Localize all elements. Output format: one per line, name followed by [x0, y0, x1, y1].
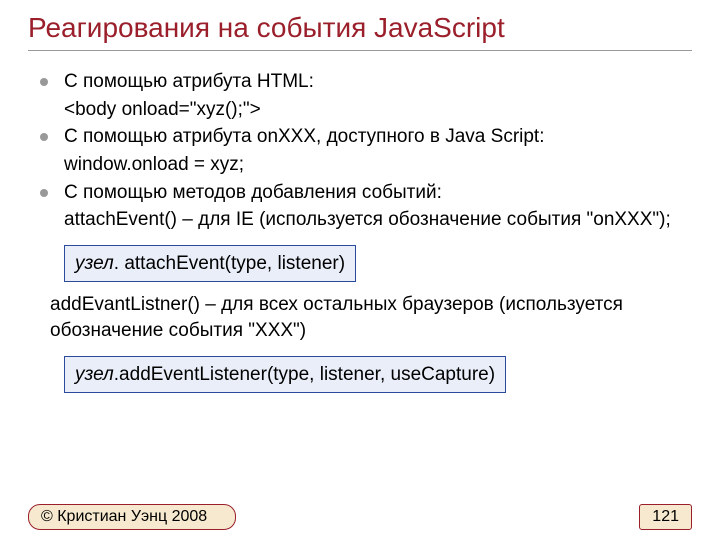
- code-box: узел. attachEvent(type, listener): [64, 245, 356, 283]
- bullet-sub: window.onload = xyz;: [40, 152, 692, 178]
- page-number: 121: [639, 504, 692, 530]
- bullet-sub: attachEvent() – для IE (используется обо…: [40, 207, 692, 233]
- code-rest: . attachEvent(type, listener): [114, 253, 345, 274]
- bullet-item: С помощью методов добавления событий:: [40, 180, 692, 206]
- footer-copyright: © Кристиан Уэнц 2008: [28, 504, 236, 530]
- slide-title: Реагирования на события JavaScript: [28, 12, 692, 51]
- footer: © Кристиан Уэнц 2008 121: [0, 504, 720, 530]
- bullet-sub: <body onload="xyz();">: [40, 97, 692, 123]
- bullet-item: С помощью атрибута HTML:: [40, 69, 692, 95]
- code-rest: .addEventListener(type, listener, useCap…: [114, 364, 495, 385]
- code-prefix: узел: [75, 253, 114, 274]
- code-box: узел.addEventListener(type, listener, us…: [64, 356, 506, 394]
- bullet-icon: [40, 78, 48, 86]
- code-prefix: узел: [75, 364, 114, 385]
- bullet-text: С помощью методов добавления событий:: [64, 180, 692, 206]
- bullet-text: С помощью атрибута onXXX, доступного в J…: [64, 124, 692, 150]
- bullet-item: С помощью атрибута onXXX, доступного в J…: [40, 124, 692, 150]
- bullet-text: С помощью атрибута HTML:: [64, 69, 692, 95]
- bullet-icon: [40, 189, 48, 197]
- bullet-icon: [40, 133, 48, 141]
- paragraph-text: addEvantListner() – для всех остальных б…: [40, 292, 692, 343]
- slide-content: С помощью атрибута HTML: <body onload="x…: [28, 69, 692, 403]
